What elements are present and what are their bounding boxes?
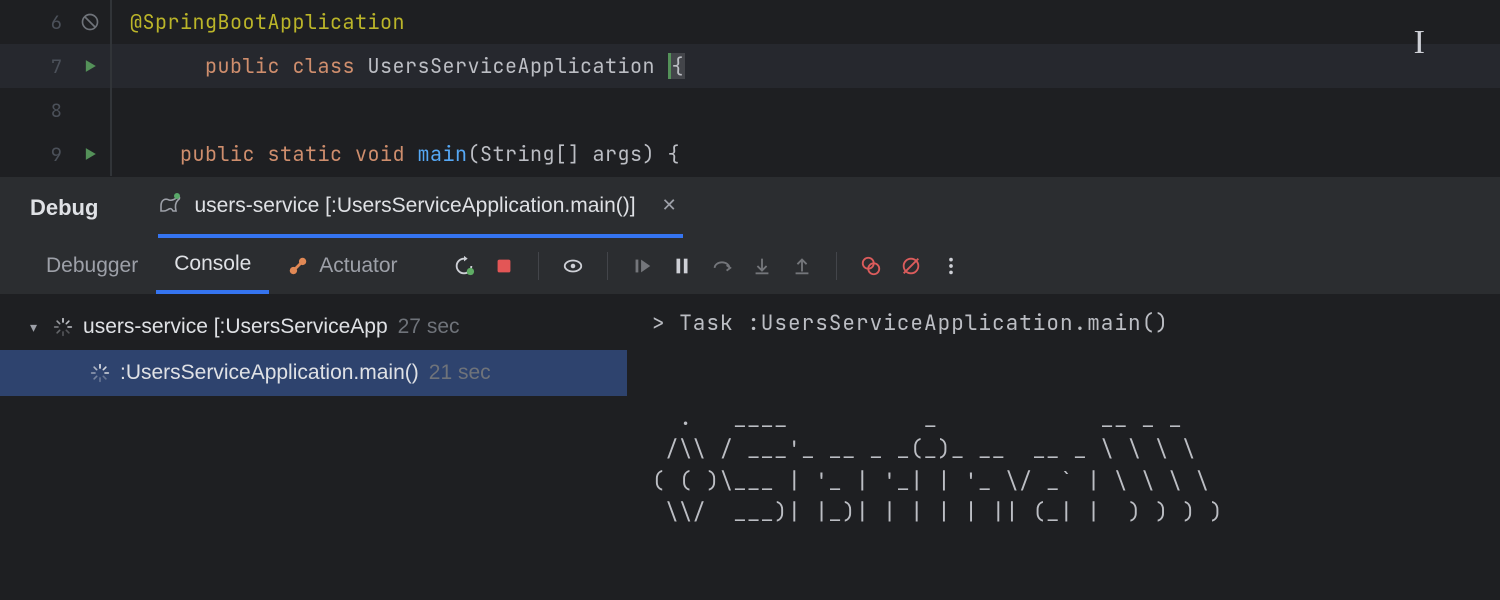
rerun-button[interactable] (444, 246, 484, 286)
console-output[interactable]: > Task :UsersServiceApplication.main() .… (628, 294, 1500, 594)
code-line-9[interactable]: 9 public static void main(String[] args)… (0, 132, 1500, 176)
task-elapsed: 27 sec (398, 315, 460, 339)
code-editor[interactable]: I 6 @SpringBootApplication 7 public clas… (0, 0, 1500, 176)
task-tree-child[interactable]: :UsersServiceApplication.main() 21 sec (0, 350, 627, 396)
code-line-7[interactable]: 7 public class UsersServiceApplication { (0, 44, 1500, 88)
debug-toolbar: Debugger Console Actuator (0, 238, 1500, 294)
tool-window-title: Debug (30, 195, 98, 221)
run-gutter-icon[interactable] (70, 56, 110, 76)
run-configuration-label: users-service [:UsersServiceApplication.… (194, 194, 635, 218)
console-task-line: > Task :UsersServiceApplication.main() (652, 310, 1169, 337)
close-icon[interactable]: ✕ (662, 195, 677, 216)
text-cursor-icon: I (1414, 24, 1425, 62)
tab-console[interactable]: Console (156, 238, 269, 294)
stop-button[interactable] (484, 246, 524, 286)
step-out-button[interactable] (782, 246, 822, 286)
task-label: users-service [:UsersServiceApp (83, 315, 388, 339)
view-breakpoints-button[interactable] (851, 246, 891, 286)
more-actions-button[interactable] (931, 246, 971, 286)
task-elapsed: 21 sec (429, 361, 491, 385)
task-label: :UsersServiceApplication.main() (120, 361, 419, 385)
line-number: 8 (0, 98, 70, 123)
show-execution-point-button[interactable] (553, 246, 593, 286)
debug-tool-window-header: Debug users-service [:UsersServiceApplic… (0, 176, 1500, 238)
suppress-inspection-icon[interactable] (70, 12, 110, 32)
step-over-button[interactable] (702, 246, 742, 286)
run-gutter-icon[interactable] (70, 144, 110, 164)
step-into-button[interactable] (742, 246, 782, 286)
pause-button[interactable] (662, 246, 702, 286)
actuator-icon (287, 255, 309, 277)
spinner-icon (90, 363, 110, 383)
resume-button[interactable] (622, 246, 662, 286)
debug-content: ▾ users-service [:UsersServiceApp 27 sec (0, 294, 1500, 594)
chevron-down-icon[interactable]: ▾ (30, 319, 37, 336)
spinner-icon (53, 317, 73, 337)
line-number: 7 (0, 54, 70, 79)
mute-breakpoints-button[interactable] (891, 246, 931, 286)
tab-actuator[interactable]: Actuator (269, 238, 415, 294)
task-tree-root[interactable]: ▾ users-service [:UsersServiceApp 27 sec (0, 304, 627, 350)
console-ascii-banner: . ____ _ __ _ _ /\\ / ___'_ __ _ _(_)_ _… (652, 405, 1223, 527)
brace-highlight: { (668, 53, 686, 79)
gradle-icon (158, 191, 182, 221)
line-number: 6 (0, 10, 70, 35)
task-tree[interactable]: ▾ users-service [:UsersServiceApp 27 sec (0, 294, 628, 594)
tab-debugger[interactable]: Debugger (28, 238, 156, 294)
run-configuration-tab[interactable]: users-service [:UsersServiceApplication.… (158, 177, 682, 238)
line-number: 9 (0, 142, 70, 167)
